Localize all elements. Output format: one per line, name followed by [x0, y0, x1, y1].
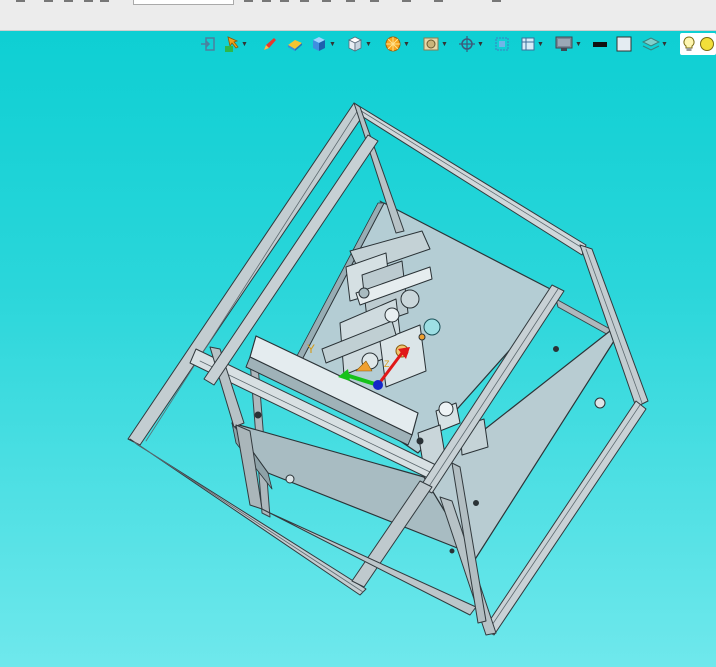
- quick-access-icon[interactable]: ▬: [370, 0, 379, 4]
- 3d-viewport[interactable]: ▼ ▼ ▼ ▼ ▼ ▼ ▼ ▼ ▼ Y Z: [0, 31, 716, 667]
- quick-access-icon[interactable]: ▬: [434, 0, 443, 4]
- quick-access-icon[interactable]: ▬: [16, 0, 25, 4]
- quick-access-icon[interactable]: ▬: [402, 0, 411, 4]
- cad-assembly-model[interactable]: Y Z: [0, 31, 716, 667]
- command-input[interactable]: [133, 0, 234, 5]
- quick-access-icon[interactable]: ▬: [280, 0, 289, 4]
- triad-y-label: Y: [307, 342, 315, 356]
- quick-access-icon[interactable]: ▬: [64, 0, 73, 4]
- title-bar: ▬ ▬ ▬ ▬ ▬ ▬ ▬ ▬ ▬ ▬ ▬ ▬ ▬ ▬ ▬: [0, 0, 716, 31]
- quick-access-icon[interactable]: ▬: [262, 0, 271, 4]
- quick-access-icon[interactable]: ▬: [244, 0, 253, 4]
- triad-z-label: Z: [384, 359, 390, 369]
- quick-access-icon[interactable]: ▬: [322, 0, 331, 4]
- quick-access-icon[interactable]: ▬: [346, 0, 355, 4]
- quick-access-icon[interactable]: ▬: [84, 0, 93, 4]
- quick-access-icon[interactable]: ▬: [44, 0, 53, 4]
- quick-access-icon[interactable]: ▬: [100, 0, 109, 4]
- quick-access-icon[interactable]: ▬: [492, 0, 501, 4]
- quick-access-icon[interactable]: ▬: [300, 0, 309, 4]
